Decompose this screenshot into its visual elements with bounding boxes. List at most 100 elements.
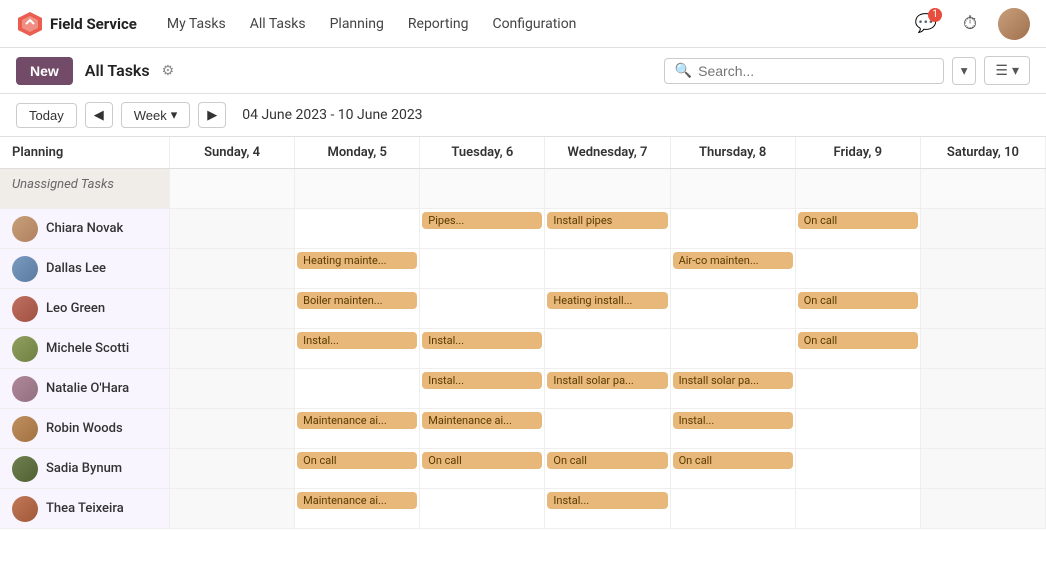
task-chip-sadia-3[interactable]: On call [547,452,667,469]
task-chip-thea-1[interactable]: Maintenance ai... [297,492,417,509]
person-name-dallas: Dallas Lee [46,261,106,276]
unassigned-tue [420,169,545,209]
cell-chiara-3[interactable]: Install pipes [545,209,670,249]
cell-michele-3 [545,329,670,369]
cell-chiara-5[interactable]: On call [796,209,921,249]
task-chip-michele-2[interactable]: Instal... [422,332,542,349]
prev-button[interactable]: ◀ [85,102,113,128]
cell-robin-5 [796,409,921,449]
task-chip-natalie-2[interactable]: Instal... [422,372,542,389]
cell-natalie-3[interactable]: Install solar pa... [545,369,670,409]
search-container: 🔍 ▾ ☰ ▾ [664,56,1030,85]
cell-sadia-5 [796,449,921,489]
row-label-dallas[interactable]: Dallas Lee [0,249,170,289]
task-chip-robin-4[interactable]: Instal... [673,412,793,429]
cell-sadia-4[interactable]: On call [671,449,796,489]
week-button[interactable]: Week ▾ [121,102,191,128]
cell-michele-0 [170,329,295,369]
timer-icon[interactable]: ⏱ [954,8,986,40]
task-chip-leo-3[interactable]: Heating install... [547,292,667,309]
messages-icon[interactable]: 💬 1 [910,8,942,40]
task-chip-chiara-3[interactable]: Install pipes [547,212,667,229]
row-label-michele[interactable]: Michele Scotti [0,329,170,369]
header-col-6: Friday, 9 [796,137,921,168]
row-label-sadia[interactable]: Sadia Bynum [0,449,170,489]
cell-sadia-2[interactable]: On call [420,449,545,489]
task-chip-michele-5[interactable]: On call [798,332,918,349]
task-chip-sadia-2[interactable]: On call [422,452,542,469]
brand-link[interactable]: Field Service [16,10,137,38]
page-title: All Tasks [85,61,150,80]
task-chip-sadia-4[interactable]: On call [673,452,793,469]
search-dropdown-button[interactable]: ▾ [952,57,977,85]
cell-michele-1[interactable]: Instal... [295,329,420,369]
task-chip-robin-1[interactable]: Maintenance ai... [297,412,417,429]
task-chip-michele-1[interactable]: Instal... [297,332,417,349]
cell-leo-1[interactable]: Boiler mainten... [295,289,420,329]
row-label-natalie[interactable]: Natalie O'Hara [0,369,170,409]
cell-michele-2[interactable]: Instal... [420,329,545,369]
task-chip-sadia-1[interactable]: On call [297,452,417,469]
header-col-0: Planning [0,137,170,168]
cell-chiara-4 [671,209,796,249]
cell-dallas-1[interactable]: Heating mainte... [295,249,420,289]
row-label-leo[interactable]: Leo Green [0,289,170,329]
cell-dallas-4[interactable]: Air-co mainten... [671,249,796,289]
cell-michele-4 [671,329,796,369]
task-chip-chiara-5[interactable]: On call [798,212,918,229]
cell-michele-5[interactable]: On call [796,329,921,369]
avatar-dallas [12,256,38,282]
cell-thea-6 [921,489,1046,529]
nav-planning[interactable]: Planning [320,10,394,38]
header-col-7: Saturday, 10 [921,137,1046,168]
task-chip-robin-2[interactable]: Maintenance ai... [422,412,542,429]
cell-natalie-1 [295,369,420,409]
row-label-thea[interactable]: Thea Teixeira [0,489,170,529]
cell-thea-4 [671,489,796,529]
row-label-robin[interactable]: Robin Woods [0,409,170,449]
cell-leo-3[interactable]: Heating install... [545,289,670,329]
task-chip-thea-3[interactable]: Instal... [547,492,667,509]
cell-thea-3[interactable]: Instal... [545,489,670,529]
task-chip-natalie-4[interactable]: Install solar pa... [673,372,793,389]
cell-natalie-2[interactable]: Instal... [420,369,545,409]
date-range: 04 June 2023 - 10 June 2023 [242,107,422,123]
cell-leo-6 [921,289,1046,329]
cell-michele-6 [921,329,1046,369]
next-button[interactable]: ▶ [198,102,226,128]
cell-thea-1[interactable]: Maintenance ai... [295,489,420,529]
cell-natalie-4[interactable]: Install solar pa... [671,369,796,409]
task-chip-chiara-2[interactable]: Pipes... [422,212,542,229]
task-chip-dallas-4[interactable]: Air-co mainten... [673,252,793,269]
nav-my-tasks[interactable]: My Tasks [157,10,236,38]
cell-sadia-3[interactable]: On call [545,449,670,489]
cell-robin-1[interactable]: Maintenance ai... [295,409,420,449]
person-name-thea: Thea Teixeira [46,501,124,516]
grid-header: PlanningSunday, 4Monday, 5Tuesday, 6Wedn… [0,137,1046,169]
task-chip-dallas-1[interactable]: Heating mainte... [297,252,417,269]
cell-chiara-6 [921,209,1046,249]
cell-leo-4 [671,289,796,329]
task-chip-leo-5[interactable]: On call [798,292,918,309]
nav-reporting[interactable]: Reporting [398,10,479,38]
nav-configuration[interactable]: Configuration [482,10,586,38]
row-label-chiara[interactable]: Chiara Novak [0,209,170,249]
user-avatar[interactable] [998,8,1030,40]
search-input[interactable] [698,63,933,79]
cell-leo-5[interactable]: On call [796,289,921,329]
avatar-thea [12,496,38,522]
cell-sadia-1[interactable]: On call [295,449,420,489]
task-chip-natalie-3[interactable]: Install solar pa... [547,372,667,389]
nav-all-tasks[interactable]: All Tasks [240,10,316,38]
cell-chiara-2[interactable]: Pipes... [420,209,545,249]
view-toggle-button[interactable]: ☰ ▾ [984,56,1030,85]
cell-robin-4[interactable]: Instal... [671,409,796,449]
view-icon: ☰ [995,62,1008,79]
new-button[interactable]: New [16,57,73,85]
person-name-leo: Leo Green [46,301,105,316]
cell-thea-0 [170,489,295,529]
gear-icon[interactable]: ⚙ [162,63,175,79]
today-button[interactable]: Today [16,103,77,128]
task-chip-leo-1[interactable]: Boiler mainten... [297,292,417,309]
cell-robin-2[interactable]: Maintenance ai... [420,409,545,449]
